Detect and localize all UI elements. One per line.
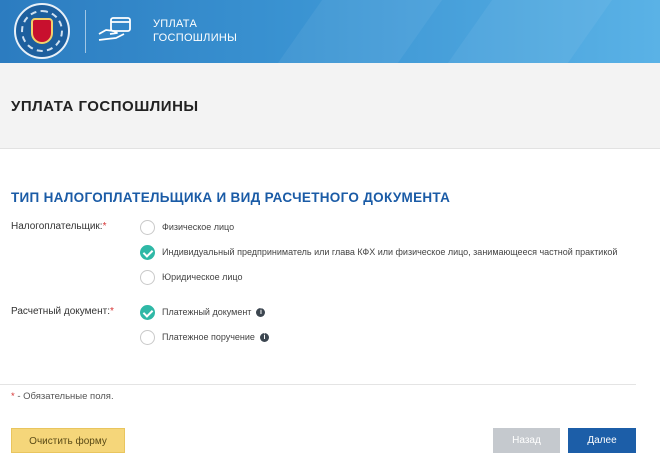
page-title: УПЛАТА ГОСПОШЛИНЫ <box>11 98 199 115</box>
header-decoration <box>277 0 443 63</box>
radio-circle[interactable] <box>140 269 155 285</box>
header-divider <box>85 10 86 53</box>
info-icon[interactable]: i <box>256 307 266 317</box>
info-icon[interactable]: i <box>259 332 269 342</box>
radio-entrepreneur[interactable]: Индивидуальный предприниматель или глава… <box>140 244 617 260</box>
clear-form-button[interactable]: Очистить форму <box>11 428 125 453</box>
required-fields-note: * - Обязательные поля. <box>11 391 114 402</box>
taxpayer-label: Налогоплательщик:* <box>11 221 107 232</box>
radio-payment-document[interactable]: Платежный документ i <box>140 304 266 320</box>
radio-label: Индивидуальный предприниматель или глава… <box>162 247 618 257</box>
header-title-line2: ГОСПОШЛИНЫ <box>153 32 238 44</box>
radio-legal-entity[interactable]: Юридическое лицо <box>140 269 243 285</box>
required-mark: * <box>102 221 107 232</box>
back-button[interactable]: Назад <box>493 428 560 453</box>
radio-label: Юридическое лицо <box>162 272 243 282</box>
radio-circle-checked[interactable] <box>140 244 155 260</box>
emblem-shield <box>31 18 53 44</box>
required-note-text: - Обязательные поля. <box>14 391 114 402</box>
required-mark: * <box>109 306 114 317</box>
radio-circle-checked[interactable] <box>140 304 155 320</box>
fns-emblem-icon[interactable] <box>14 3 70 59</box>
radio-circle[interactable] <box>140 219 155 235</box>
radio-label: Платежное поручение <box>162 332 255 342</box>
header-decoration <box>447 0 613 63</box>
site-header: УПЛАТА ГОСПОШЛИНЫ <box>0 0 660 63</box>
header-title: УПЛАТА ГОСПОШЛИНЫ <box>153 17 237 45</box>
radio-label: Физическое лицо <box>162 222 235 232</box>
next-button[interactable]: Далее <box>568 428 636 453</box>
header-title-line1: УПЛАТА <box>153 18 198 30</box>
document-label-text: Расчетный документ: <box>11 306 110 317</box>
radio-individual[interactable]: Физическое лицо <box>140 219 234 235</box>
hand-card-icon <box>98 17 131 41</box>
radio-circle[interactable] <box>140 329 155 345</box>
divider <box>0 384 636 385</box>
document-label: Расчетный документ:* <box>11 306 114 317</box>
section-title: ТИП НАЛОГОПЛАТЕЛЬЩИКА И ВИД РАСЧЕТНОГО Д… <box>11 190 451 205</box>
radio-label: Платежный документ <box>162 307 252 317</box>
radio-payment-order[interactable]: Платежное поручение i <box>140 329 269 345</box>
taxpayer-label-text: Налогоплательщик: <box>11 221 103 232</box>
